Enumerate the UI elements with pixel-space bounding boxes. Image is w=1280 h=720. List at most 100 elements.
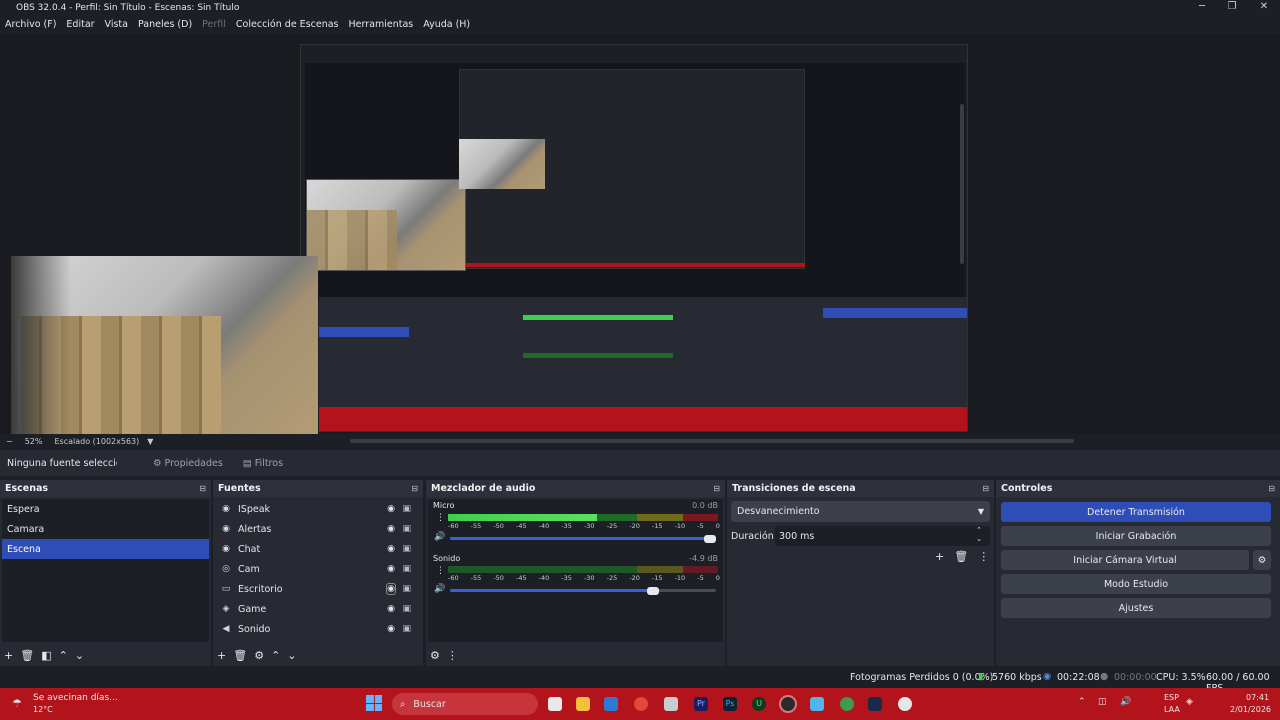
close-button[interactable]: ✕ [1248,0,1280,16]
preview-canvas[interactable] [0,34,1280,434]
channel-menu-icon[interactable]: ⋮ [436,513,445,523]
source-item-alertas[interactable]: ◉ Alertas ◉ ▣ [215,519,421,539]
start-virtual-camera-button[interactable]: Iniciar Cámara Virtual [1001,550,1249,570]
lock-icon[interactable]: ▣ [402,544,411,554]
lock-icon[interactable]: ▣ [402,624,411,634]
chrome-profile-icon[interactable] [840,697,854,711]
menu-paneles[interactable]: Paneles (D) [138,19,192,30]
studio-mode-button[interactable]: Modo Estudio [1001,574,1271,594]
steam-icon[interactable] [868,697,882,711]
minimize-button[interactable]: ─ [1186,0,1218,16]
windows-start-icon[interactable] [366,695,382,711]
store-icon[interactable] [604,697,618,711]
dock-float-icon[interactable]: ⊟ [199,484,206,493]
add-scene-button[interactable]: + [4,649,13,662]
eye-icon[interactable]: ◉ [387,544,395,554]
source-settings-gear-icon[interactable]: ⚙ [254,649,264,662]
lock-icon[interactable]: ▣ [402,524,411,534]
dock-float-icon[interactable]: ⊟ [411,484,418,493]
menu-editar[interactable]: Editar [66,19,94,30]
volume-knob-sonido[interactable] [647,587,659,595]
speaker-icon[interactable]: 🔊 [434,584,445,594]
chevron-up-icon[interactable]: ⌃ [976,526,982,534]
menu-perfil[interactable]: Perfil [202,19,226,30]
move-down-icon[interactable]: ⌄ [287,649,296,662]
add-transition-button[interactable]: + [935,550,944,563]
weather-title[interactable]: Se avecinan días... [33,693,118,703]
taskbar-search[interactable]: ⌕ Buscar [392,693,538,715]
menu-vista[interactable]: Vista [105,19,128,30]
filters-button[interactable]: ▤ Filtros [243,458,283,469]
advanced-audio-gear-icon[interactable]: ⚙ [430,649,440,662]
start-recording-button[interactable]: Iniciar Grabación [1001,526,1271,546]
duration-spinbox[interactable]: 300 ms ⌃ ⌄ [775,526,990,546]
mixer-menu-icon[interactable]: ⋮ [447,649,458,662]
source-item-ispeak[interactable]: ◉ ISpeak ◉ ▣ [215,499,421,519]
volume-slider-sonido[interactable] [450,589,653,592]
photoshop-icon[interactable]: Ps [723,697,737,711]
volume-icon[interactable]: 🔊 [1120,697,1131,707]
file-explorer-icon[interactable] [576,697,590,711]
menu-herramientas[interactable]: Herramientas [349,19,414,30]
transition-menu-icon[interactable]: ⋮ [978,550,989,563]
source-item-sonido[interactable]: ◀ Sonido ◉ ▣ [215,619,421,639]
weather-icon[interactable]: ☂ [12,697,22,710]
channel-menu-icon[interactable]: ⋮ [436,566,445,576]
scene-item-espera[interactable]: Espera [2,499,209,519]
preview-scrollbar[interactable] [960,104,964,264]
chevron-down-icon[interactable]: ⌄ [976,535,982,543]
tray-chevron-up-icon[interactable]: ⌃ [1078,697,1086,707]
obs-icon[interactable] [779,695,797,713]
task-view-icon[interactable] [548,697,562,711]
settings-button[interactable]: Ajustes [1001,598,1271,618]
source-item-game[interactable]: ◈ Game ◉ ▣ [215,599,421,619]
language-code[interactable]: ESP [1164,693,1179,702]
add-source-button[interactable]: + [217,649,226,662]
move-up-icon[interactable]: ⌃ [59,649,68,662]
volume-knob-micro[interactable] [704,535,716,543]
eye-icon[interactable]: ◉ [387,564,395,574]
remove-source-icon[interactable]: 🗑 [233,649,247,662]
remove-transition-icon[interactable]: 🗑 [954,550,968,563]
clock-time[interactable]: 07:41 [1246,693,1269,702]
eye-icon[interactable]: ◉ [387,624,395,634]
maximize-button[interactable]: ❐ [1216,0,1248,16]
eye-icon[interactable]: ◉ [386,583,396,595]
chrome-icon[interactable] [634,697,648,711]
scene-filters-icon[interactable]: ◧ [41,649,51,662]
eye-icon[interactable]: ◉ [387,524,395,534]
lock-icon[interactable]: ▣ [402,604,411,614]
network-icon[interactable]: ◈ [1186,697,1193,707]
menu-coleccion-escenas[interactable]: Colección de Escenas [236,19,339,30]
premiere-icon[interactable]: Pr [694,697,708,711]
network-icon[interactable]: ◫ [1098,697,1107,707]
lock-icon[interactable]: ▣ [402,564,411,574]
menu-archivo[interactable]: Archivo (F) [5,19,56,30]
scene-item-escena[interactable]: Escena [2,539,209,559]
speaker-icon[interactable]: 🔊 [434,532,445,542]
source-item-cam[interactable]: ◎ Cam ◉ ▣ [215,559,421,579]
lock-icon[interactable]: ▣ [402,584,411,594]
zoom-out-button[interactable]: − [6,437,13,446]
move-down-icon[interactable]: ⌄ [75,649,84,662]
eye-icon[interactable]: ◉ [387,504,395,514]
dock-float-icon[interactable]: ⊟ [1268,484,1275,493]
source-item-escritorio[interactable]: ▭ Escritorio ◉ ▣ [215,579,421,599]
app-icon[interactable] [810,697,824,711]
remove-scene-icon[interactable]: 🗑 [20,649,34,662]
dock-float-icon[interactable]: ⊟ [982,484,989,493]
volume-slider-micro[interactable] [450,537,710,540]
zoom-dropdown-icon[interactable]: ▼ [147,437,153,446]
scene-item-camara[interactable]: Camara [2,519,209,539]
properties-button[interactable]: ⚙ Propiedades [153,458,223,469]
upwork-icon[interactable]: U [752,697,766,711]
virtual-camera-gear-icon[interactable]: ⚙ [1253,550,1271,570]
dock-float-icon[interactable]: ⊟ [713,484,720,493]
menu-ayuda[interactable]: Ayuda (H) [423,19,470,30]
mouse-app-icon[interactable] [898,697,912,711]
transition-select[interactable]: Desvanecimiento ▼ [731,501,990,522]
eye-icon[interactable]: ◉ [387,604,395,614]
move-up-icon[interactable]: ⌃ [271,649,280,662]
stop-streaming-button[interactable]: Detener Transmisión [1001,502,1271,522]
calculator-icon[interactable] [664,697,678,711]
